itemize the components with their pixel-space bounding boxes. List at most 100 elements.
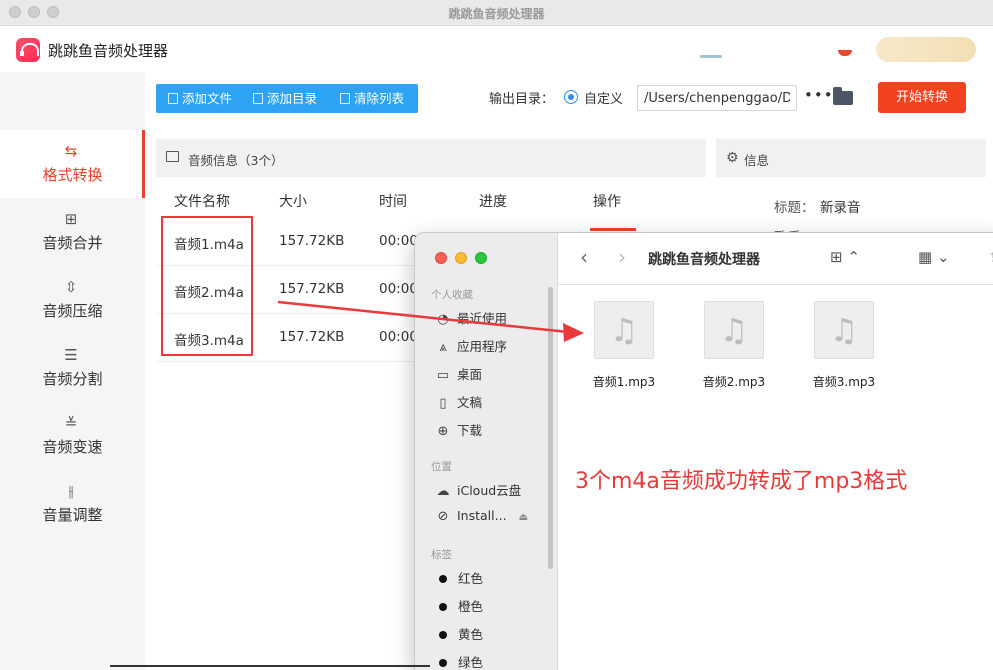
start-convert-button[interactable]: 开始转换 — [878, 82, 966, 113]
annotation-note: 3个m4a音频成功转成了mp3格式 — [575, 469, 908, 494]
finder-sidebar: 个人收藏 ◔ 最近使用 ⩓ 应用程序 ▭ 桌面 ▯ 文稿 ⊕ 下载 位置 ☁ iCloud云… — [415, 233, 558, 670]
sidebar-item-audio-split[interactable]: ☰ 音频分割 — [0, 334, 145, 402]
finder-zoom-button[interactable] — [475, 252, 487, 264]
highlight-box — [161, 216, 253, 356]
file-size-cell: 157.72KB — [279, 281, 345, 297]
bottom-divider — [110, 665, 430, 667]
cloud-icon: ☁ — [436, 484, 450, 499]
sidebar-item-volume-adjust[interactable]: ⫲ 音量调整 — [0, 470, 145, 538]
folder-icon — [253, 93, 263, 104]
custom-output-radio[interactable] — [564, 90, 578, 104]
forward-button[interactable]: › — [618, 245, 626, 269]
file-toolbar: 添加文件 添加目录 清除列表 — [156, 84, 418, 113]
column-header-action: 操作 — [593, 194, 621, 210]
tag-dot-icon — [439, 659, 447, 667]
header-decoration — [700, 55, 722, 58]
sidebar-item-desktop[interactable]: ▭ 桌面 — [435, 364, 482, 383]
share-icon[interactable]: ⇪ — [988, 248, 993, 266]
group-view-icon[interactable]: ▦ ⌄ — [918, 248, 950, 266]
sidebar-item-applications[interactable]: ⩓ 应用程序 — [435, 336, 508, 355]
document-icon: ▯ — [439, 396, 447, 411]
output-directory-label: 输出目录： — [489, 92, 555, 107]
column-header-size: 大小 — [279, 194, 307, 210]
tag-dot-icon — [439, 603, 447, 611]
sidebar-item-audio-speed[interactable]: ≚ 音频变速 — [0, 402, 145, 470]
trash-icon — [340, 93, 350, 104]
sidebar-item-format-convert[interactable]: ⇆ 格式转换 — [0, 130, 145, 198]
open-folder-icon[interactable] — [833, 87, 853, 105]
tags-section-label: 标签 — [431, 549, 452, 561]
info-title-value[interactable]: 新录音 — [820, 196, 861, 216]
sidebar-item-label: 格式转换 — [42, 166, 103, 184]
delete-action-button[interactable] — [590, 228, 636, 231]
sidebar-item-label: 音量调整 — [42, 506, 103, 524]
custom-output-label[interactable]: 自定义 — [584, 88, 623, 107]
sidebar-item-audio-compress[interactable]: ⇳ 音频压缩 — [0, 266, 145, 334]
add-directory-label: 添加目录 — [267, 91, 318, 106]
sidebar-item-label: 音频合并 — [42, 234, 103, 252]
sidebar-item-label: Install... — [457, 508, 507, 523]
sidebar-item-label: 应用程序 — [457, 339, 508, 354]
tag-dot-icon — [439, 631, 447, 639]
audio-info-title: 音频信息（3个） — [188, 153, 284, 168]
sidebar-item-label: 橙色 — [458, 599, 484, 614]
app-logo-icon — [16, 38, 44, 62]
file-item[interactable]: ♫ 音频2.mp3 — [689, 301, 779, 390]
column-header-name: 文件名称 — [174, 194, 230, 210]
file-icon — [168, 93, 178, 104]
sidebar-item-recents[interactable]: ◔ 最近使用 — [435, 308, 507, 327]
window-title: 跳跳鱼音频处理器 — [448, 7, 545, 21]
merge-icon: ⊞ — [64, 210, 78, 228]
file-item[interactable]: ♫ 音频1.mp3 — [579, 301, 669, 390]
file-size-cell: 157.72KB — [279, 329, 345, 345]
clock-icon: ◔ — [437, 312, 449, 327]
finder-minimize-button[interactable] — [455, 252, 467, 264]
audio-info-header: 音频信息（3个） — [156, 139, 706, 177]
sidebar-item-label: 下载 — [457, 423, 483, 438]
header-banner[interactable] — [876, 37, 976, 62]
sidebar-item-tag-green[interactable]: 绿色 — [435, 652, 483, 670]
desktop-icon: ▭ — [436, 368, 450, 383]
app-header: 跳跳鱼音频处理器 — [0, 26, 993, 72]
icon-view-icon[interactable]: ⊞ ⌃ — [830, 248, 860, 266]
clear-list-button[interactable]: 清除列表 — [340, 84, 404, 113]
gear-icon: ⚙ — [726, 150, 739, 166]
file-size-cell: 157.72KB — [279, 233, 345, 249]
sidebar-item-tag-yellow[interactable]: 黄色 — [435, 624, 483, 642]
file-time-cell: 00:00 — [379, 281, 418, 297]
locations-section-label: 位置 — [431, 461, 452, 473]
more-options-button[interactable]: ••• — [804, 86, 834, 104]
sidebar-scrollbar[interactable] — [548, 287, 553, 569]
info-panel-title: 信息 — [744, 153, 770, 168]
volume-icon: ⫲ — [68, 482, 74, 500]
sidebar-item-documents[interactable]: ▯ 文稿 — [435, 392, 483, 411]
sidebar-item-icloud[interactable]: ☁ iCloud云盘 — [435, 480, 522, 499]
sidebar-item-label: 文稿 — [457, 395, 483, 410]
add-file-label: 添加文件 — [182, 91, 233, 106]
speed-icon: ≚ — [64, 414, 78, 432]
sidebar-item-label: 绿色 — [458, 655, 484, 670]
split-icon: ☰ — [64, 346, 78, 364]
app-name: 跳跳鱼音频处理器 — [48, 42, 169, 60]
sidebar-item-label: 音频分割 — [42, 370, 103, 388]
column-header-time: 时间 — [379, 194, 407, 210]
sidebar-item-audio-merge[interactable]: ⊞ 音频合并 — [0, 198, 145, 266]
add-file-button[interactable]: 添加文件 — [168, 84, 232, 113]
add-directory-button[interactable]: 添加目录 — [253, 84, 317, 113]
sidebar-item-downloads[interactable]: ⊕ 下载 — [435, 420, 483, 439]
back-button[interactable]: ‹ — [580, 245, 588, 269]
file-item[interactable]: ♫ 音频3.mp3 — [799, 301, 889, 390]
image-icon — [166, 151, 179, 162]
favorites-section-label: 个人收藏 — [431, 289, 473, 301]
output-path-input[interactable] — [637, 85, 797, 111]
sidebar-item-tag-red[interactable]: 红色 — [435, 568, 483, 586]
eject-icon[interactable]: ⏏ — [519, 512, 528, 523]
finder-close-button[interactable] — [435, 252, 447, 264]
convert-icon: ⇆ — [64, 142, 78, 160]
apps-icon: ⩓ — [439, 340, 447, 355]
finder-window: 个人收藏 ◔ 最近使用 ⩓ 应用程序 ▭ 桌面 ▯ 文稿 ⊕ 下载 位置 ☁ iCloud云… — [414, 232, 993, 670]
sidebar-item-install-disk[interactable]: ⊘ Install... ⏏ — [435, 508, 528, 526]
file-name: 音频3.mp3 — [812, 375, 876, 389]
sidebar-item-label: 红色 — [458, 571, 484, 586]
sidebar-item-tag-orange[interactable]: 橙色 — [435, 596, 483, 614]
